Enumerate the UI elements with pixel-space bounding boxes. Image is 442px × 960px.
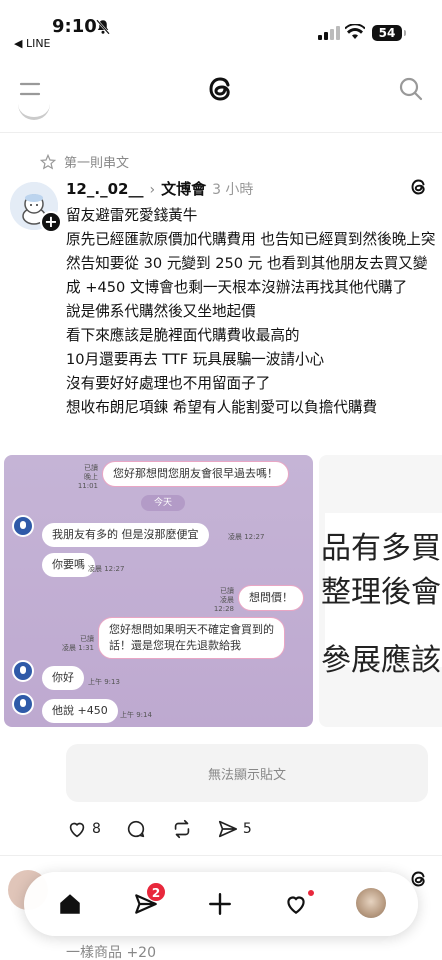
plus-icon [209,893,231,915]
share-count: 5 [242,821,252,837]
nav-home[interactable] [52,886,88,922]
text-screenshot-image[interactable]: 品有多買 整理後會 參展應該 [319,455,442,727]
signal-icon [318,26,340,40]
divider [0,132,442,133]
unavailable-text: 無法顯示貼文 [207,767,286,783]
chat-bubble-right: 您好那想問您朋友會很早過去嗎！ [102,461,289,487]
bubble-line: 話！還是您現在先退款給我 [109,639,241,652]
app-header [0,60,442,120]
nav-profile-avatar[interactable] [356,888,386,918]
chat-bubble-right: 想問價！ [238,585,304,611]
comment-icon [127,820,145,838]
username[interactable]: 12_._02__ [66,180,143,198]
text-image-line: 參展應該 [321,643,441,678]
message-time: 上午 9:13 [88,678,120,686]
message-time: 晚上 11:01 [77,473,98,490]
contact-avatar [12,693,34,715]
bubble-line: 您好想問如果明天不確定會買到的 [109,623,274,636]
chat-bubble-left: 我朋友有多的 但是沒那麼便宜 [42,523,209,547]
read-label: 已讀 [220,587,234,595]
chat-screenshot-image[interactable]: 已讀 晚上 11:01 您好那想問您朋友會很早過去嗎！ 今天 我朋友有多的 但是… [4,455,313,727]
likes-dot-indicator [307,889,315,897]
like-button[interactable]: 8 [66,818,101,840]
search-icon[interactable] [398,76,424,102]
message-time: 凌晨 12:28 [213,596,234,613]
chevron-right-icon: › [149,182,156,198]
day-separator: 今天 [141,495,185,511]
next-post-text: 一樣商品 +20 [66,945,156,960]
read-label: 已讀 [84,464,98,472]
heart-icon [287,896,305,914]
status-bar: 9:10 ◀ LINE 54 [0,0,442,56]
threads-badge-icon[interactable] [408,176,430,198]
star-icon [40,153,56,170]
nav-create[interactable] [202,886,238,922]
menu-icon[interactable] [18,78,42,100]
send-icon [218,820,237,838]
battery-indicator: 54 [372,25,406,41]
pinned-row: 第一則串文 [40,152,129,171]
chat-bubble-left: 你好 [42,666,84,690]
threads-logo-icon[interactable] [204,72,238,106]
message-time: 凌晨 12:27 [228,533,265,541]
heart-icon [69,822,85,838]
status-time: 9:10 [52,16,97,37]
back-to-app-link[interactable]: ◀ LINE [14,37,51,50]
read-label: 已讀 [80,635,94,643]
comment-button[interactable] [125,818,147,840]
bottom-nav: 2 [24,872,418,936]
text-image-line: 品有多買 [321,531,441,566]
notification-badge: 2 [146,882,166,902]
unavailable-post-card: 無法顯示貼文 [66,744,428,802]
message-time: 凌晨 12:27 [88,565,125,573]
chat-bubble-left: 他說 +450 [42,699,118,723]
topic-tag[interactable]: 文博會 [161,178,206,199]
pinned-label: 第一則串文 [64,156,130,171]
post-body: 留友避雷死愛錢黃牛 原先已經匯款原價加代購費用 也告知已經買到然後晚上突然告知要… [66,207,436,416]
repost-icon [174,819,190,839]
post-header: 12_._02__ › 文博會 3 小時 [66,178,253,199]
wifi-icon [345,24,365,39]
repost-button[interactable] [171,818,193,840]
contact-avatar [12,515,34,537]
bell-off-icon [96,19,110,35]
share-button[interactable]: 5 [217,818,252,840]
home-icon [60,894,80,914]
chat-bubble-right: 您好想問如果明天不確定會買到的 話！還是您現在先退款給我 [98,617,285,659]
post-actions: 8 5 [66,818,276,840]
text-image-line: 整理後會 [321,575,441,610]
post-time: 3 小時 [212,182,254,198]
like-count: 8 [92,821,101,837]
message-time: 上午 9:14 [120,711,152,719]
divider [0,855,442,856]
contact-avatar [12,660,34,682]
message-time: 凌晨 1:31 [62,644,94,652]
follow-plus-button[interactable]: + [40,211,62,233]
